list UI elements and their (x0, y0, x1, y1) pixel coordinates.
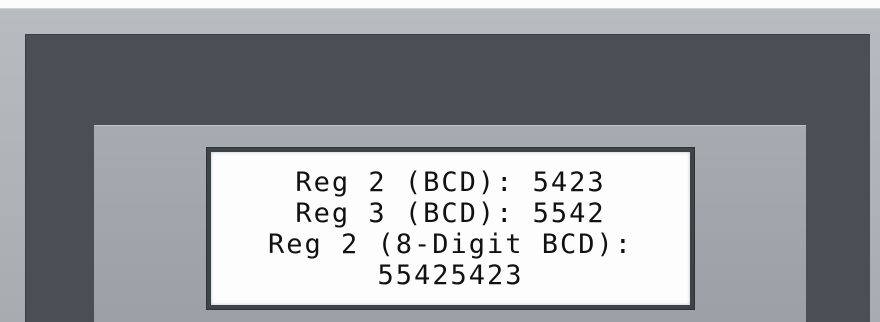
lcd-line-4: 55425423 (377, 259, 524, 291)
lcd-line-3: Reg 2 (8-Digit BCD): (267, 228, 634, 260)
display-bezel: Reg 2 (BCD): 5423 Reg 3 (BCD): 5542 Reg … (25, 34, 870, 322)
lcd-line-2: Reg 3 (BCD): 5542 (295, 197, 606, 229)
lcd-frame: Reg 2 (BCD): 5423 Reg 3 (BCD): 5542 Reg … (94, 125, 806, 322)
lcd-line-1: Reg 2 (BCD): 5423 (295, 166, 606, 198)
device-panel: Reg 2 (BCD): 5423 Reg 3 (BCD): 5542 Reg … (0, 0, 880, 322)
lcd-window: Reg 2 (BCD): 5423 Reg 3 (BCD): 5542 Reg … (206, 147, 695, 310)
lcd-screen: Reg 2 (BCD): 5423 Reg 3 (BCD): 5542 Reg … (211, 152, 690, 305)
device-housing: Reg 2 (BCD): 5423 Reg 3 (BCD): 5542 Reg … (0, 8, 880, 322)
